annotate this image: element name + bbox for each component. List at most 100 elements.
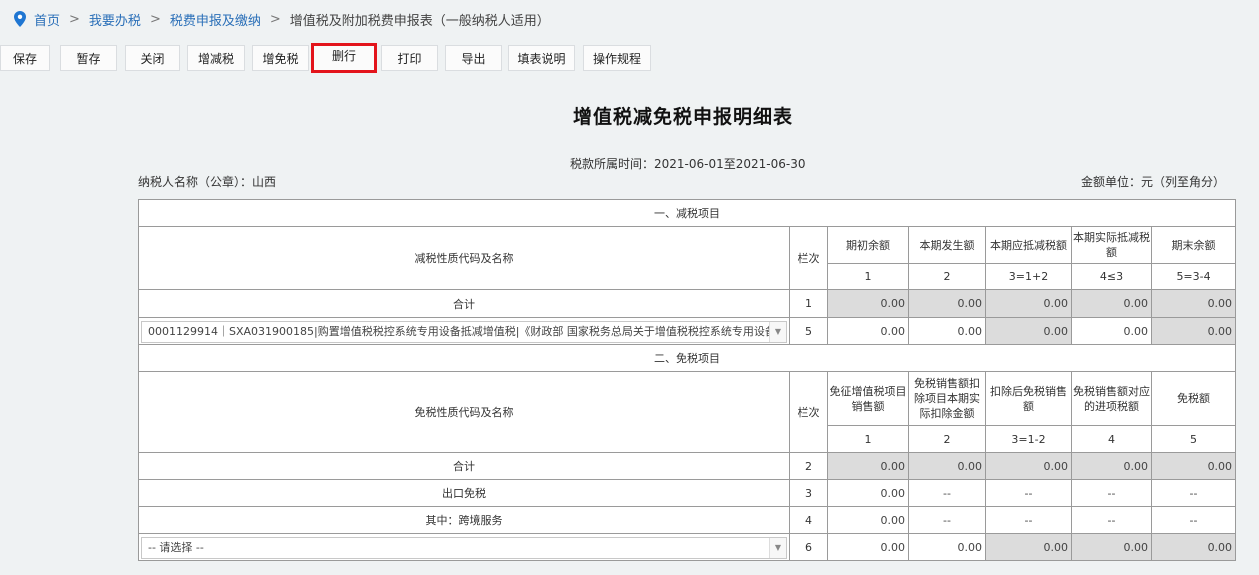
empty-cell: -- (908, 506, 986, 534)
column-header: 本期应抵减税额 (985, 226, 1072, 264)
column-number: 4 (1071, 425, 1152, 453)
exemption-type-select[interactable]: -- 请选择 -- ▼ (141, 536, 787, 559)
operation-rules-button[interactable]: 操作规程 (583, 45, 651, 71)
empty-cell: -- (1071, 479, 1152, 507)
export-exemption-row: 出口免税 3 0.00 -- -- -- -- (138, 479, 1237, 507)
section2-total-row: 合计 2 0.00 0.00 0.00 0.00 0.00 (138, 452, 1237, 480)
readonly-amount-cell: 0.00 (1150, 289, 1237, 318)
readonly-amount-cell: 0.00 (827, 452, 909, 480)
taxpayer-name: 纳税人名称（公章）：山西 (138, 175, 277, 189)
empty-cell: -- (1150, 506, 1237, 534)
dropdown-arrow-icon[interactable]: ▼ (769, 321, 786, 342)
column-header: 扣除后免税销售额 (985, 371, 1072, 426)
line-number: 6 (789, 533, 828, 561)
amount-input[interactable]: 0.00 (827, 479, 909, 507)
add-exemption-button[interactable]: 增免税 (252, 45, 309, 71)
section1-line-header: 栏次 (789, 226, 828, 290)
breadcrumb-current: 增值税及附加税费申报表（一般纳税人适用） (289, 13, 550, 29)
draft-button[interactable]: 暂存 (60, 45, 117, 71)
exemption-type-cell: -- 请选择 -- ▼ (138, 533, 790, 561)
readonly-amount-cell: 0.00 (1071, 533, 1152, 561)
breadcrumb-home-link[interactable]: 首页 (34, 10, 60, 29)
amount-input[interactable]: 0.00 (827, 506, 909, 534)
section1-title: 一、减税项目 (137, 199, 1237, 227)
delete-row-button[interactable]: 删行 (311, 43, 377, 73)
line-number: 2 (789, 452, 828, 480)
column-number: 4≤3 (1071, 263, 1152, 290)
amount-input[interactable]: 0.00 (1071, 317, 1152, 345)
line-number: 5 (789, 317, 828, 345)
readonly-amount-cell: 0.00 (908, 452, 986, 480)
column-header: 免征增值税项目销售额 (827, 371, 909, 426)
breadcrumb-separator: > (269, 11, 281, 27)
form-title: 增值税减免税申报明细表 (572, 106, 793, 128)
total-label: 合计 (138, 452, 790, 480)
column-header: 免税额 (1150, 371, 1237, 426)
exemption-type-placeholder: -- 请选择 -- (148, 540, 204, 554)
section1-total-row: 合计 1 0.00 0.00 0.00 0.00 0.00 (138, 289, 1237, 318)
declaration-table: 一、减税项目 减税性质代码及名称 栏次 期初余额 本期发生额 本期应抵减税额 本… (137, 199, 1237, 561)
empty-cell: -- (1071, 506, 1152, 534)
readonly-amount-cell: 0.00 (985, 317, 1072, 345)
cross-border-row: 其中：跨境服务 4 0.00 -- -- -- -- (138, 506, 1237, 534)
export-button[interactable]: 导出 (445, 45, 502, 71)
line-number: 3 (789, 479, 828, 507)
save-button[interactable]: 保存 (0, 45, 50, 71)
total-label: 合计 (138, 289, 790, 318)
amount-input[interactable]: 0.00 (908, 533, 986, 561)
readonly-amount-cell: 0.00 (1150, 452, 1237, 480)
breadcrumb-tax-link[interactable]: 我要办税 (89, 10, 141, 29)
empty-cell: -- (985, 479, 1072, 507)
column-header: 免税销售额对应的进项税额 (1071, 371, 1152, 426)
breadcrumb-separator: > (69, 11, 80, 27)
reduction-type-value: 0001129914｜SXA031900185|购置增值税税控系统专用设备抵减增… (148, 324, 787, 338)
section1-item-row: 0001129914｜SXA031900185|购置增值税税控系统专用设备抵减增… (138, 317, 1237, 345)
reduction-type-cell: 0001129914｜SXA031900185|购置增值税税控系统专用设备抵减增… (138, 317, 790, 345)
column-number: 1 (827, 263, 909, 290)
readonly-amount-cell: 0.00 (1071, 289, 1152, 318)
export-exemption-label: 出口免税 (138, 479, 790, 507)
section2-name-header: 免税性质代码及名称 (138, 371, 790, 453)
column-number: 5 (1150, 425, 1237, 453)
empty-cell: -- (908, 479, 986, 507)
amount-input[interactable]: 0.00 (908, 317, 986, 345)
empty-cell: -- (985, 506, 1072, 534)
column-header: 免税销售额扣除项目本期实际扣除金额 (908, 371, 986, 426)
location-pin-icon (14, 11, 26, 27)
cross-border-label: 其中：跨境服务 (138, 506, 790, 534)
column-number: 1 (827, 425, 909, 453)
column-number: 3=1+2 (985, 263, 1072, 290)
breadcrumb-declaration-link[interactable]: 税费申报及缴纳 (170, 10, 261, 29)
empty-cell: -- (1150, 479, 1237, 507)
readonly-amount-cell: 0.00 (985, 533, 1072, 561)
amount-input[interactable]: 0.00 (827, 533, 909, 561)
close-button[interactable]: 关闭 (125, 45, 180, 71)
column-header: 期初余额 (827, 226, 909, 264)
amount-unit: 金额单位：元（列至角分） (1080, 175, 1225, 189)
reduction-type-select[interactable]: 0001129914｜SXA031900185|购置增值税税控系统专用设备抵减增… (141, 320, 787, 343)
section2-item-row: -- 请选择 -- ▼ 6 0.00 0.00 0.00 0.00 0.00 (138, 533, 1237, 561)
line-number: 4 (789, 506, 828, 534)
column-number: 3=1-2 (985, 425, 1072, 453)
add-reduction-button[interactable]: 增减税 (187, 45, 245, 71)
section2-line-header: 栏次 (789, 371, 828, 453)
line-number: 1 (789, 289, 828, 318)
readonly-amount-cell: 0.00 (1150, 317, 1237, 345)
dropdown-arrow-icon[interactable]: ▼ (769, 537, 786, 558)
readonly-amount-cell: 0.00 (1071, 452, 1152, 480)
section1-name-header: 减税性质代码及名称 (138, 226, 790, 290)
breadcrumb: 首页 > 我要办税 > 税费申报及缴纳 > 增值税及附加税费申报表（一般纳税人适… (14, 9, 550, 29)
readonly-amount-cell: 0.00 (908, 289, 986, 318)
column-number: 5=3-4 (1150, 263, 1237, 290)
amount-input[interactable]: 0.00 (827, 317, 909, 345)
column-header: 本期实际抵减税额 (1071, 226, 1152, 264)
readonly-amount-cell: 0.00 (827, 289, 909, 318)
column-number: 2 (908, 425, 986, 453)
breadcrumb-separator: > (149, 11, 161, 27)
column-header: 期末余额 (1150, 226, 1237, 264)
tax-period: 税款所属时间：2021-06-01至2021-06-30 (570, 157, 806, 171)
print-button[interactable]: 打印 (381, 45, 438, 71)
readonly-amount-cell: 0.00 (985, 289, 1072, 318)
column-number: 2 (908, 263, 986, 290)
fill-instructions-button[interactable]: 填表说明 (508, 45, 575, 71)
